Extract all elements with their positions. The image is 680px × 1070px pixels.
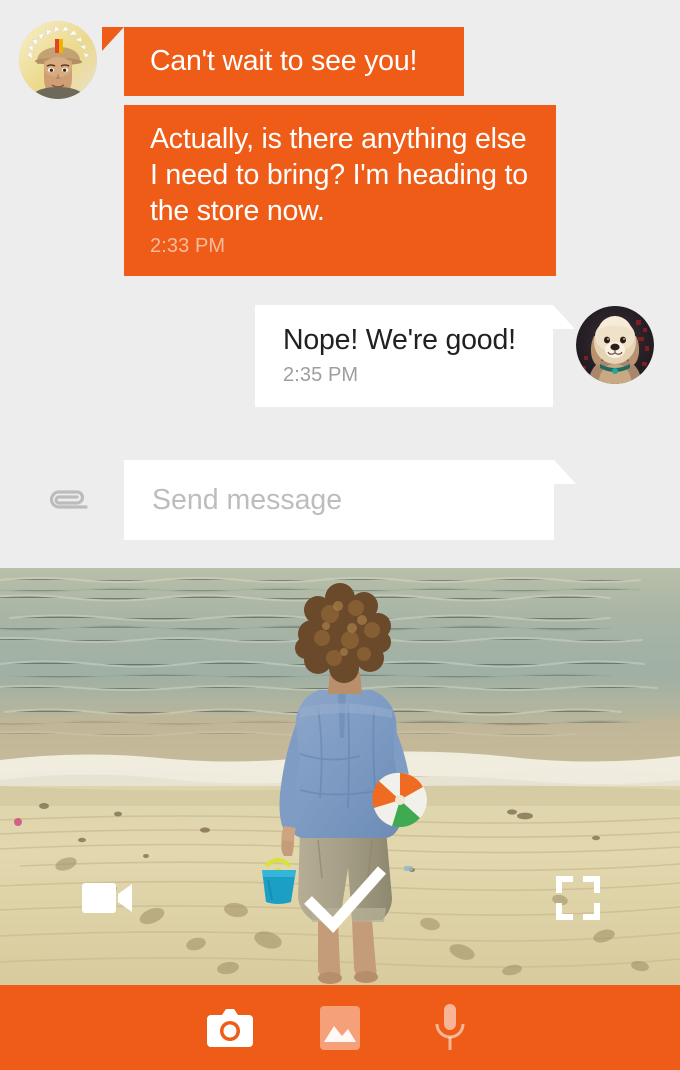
- message-text: Nope! We're good!: [283, 324, 516, 356]
- camera-button[interactable]: [175, 985, 285, 1070]
- paperclip-icon: [49, 490, 88, 509]
- message-text: Actually, is there anything else I need …: [150, 123, 528, 227]
- conversation-thread: Can't wait to see you! Actually, is ther…: [0, 0, 680, 998]
- message-bubble-incoming[interactable]: Actually, is there anything else I need …: [124, 105, 556, 276]
- message-text: Can't wait to see you!: [150, 45, 418, 77]
- message-bubble-incoming[interactable]: Can't wait to see you!: [102, 27, 464, 96]
- message-bubble-outgoing[interactable]: Nope! We're good! 2:35 PM: [255, 305, 575, 407]
- bubble-tail-icon: [102, 27, 124, 51]
- avatar-friend[interactable]: [19, 21, 97, 99]
- image-icon: [320, 1005, 360, 1050]
- bubble-tail-icon: [554, 460, 576, 484]
- message-timestamp: 2:33 PM: [150, 235, 226, 257]
- expand-fullscreen-button[interactable]: [556, 876, 600, 920]
- video-camera-icon: [82, 883, 132, 913]
- composer-input-bubble[interactable]: [124, 460, 576, 540]
- bubble-tail-icon: [553, 305, 575, 329]
- camera-icon: [207, 1008, 253, 1047]
- gallery-button[interactable]: [285, 985, 395, 1070]
- chat-screen: Can't wait to see you! Actually, is ther…: [0, 0, 680, 1070]
- checkmark-icon: [304, 866, 387, 934]
- bottom-toolbar: [0, 985, 680, 1070]
- microphone-button[interactable]: [395, 985, 505, 1070]
- message-input[interactable]: [124, 460, 554, 540]
- microphone-icon: [435, 1003, 465, 1050]
- message-timestamp: 2:35 PM: [283, 364, 359, 386]
- video-mode-toggle-button[interactable]: [82, 877, 134, 919]
- confirm-photo-button[interactable]: [302, 866, 388, 934]
- attach-button[interactable]: [40, 480, 90, 520]
- fullscreen-expand-icon: [556, 876, 600, 920]
- message-composer: [0, 460, 680, 998]
- avatar-me[interactable]: [576, 306, 654, 384]
